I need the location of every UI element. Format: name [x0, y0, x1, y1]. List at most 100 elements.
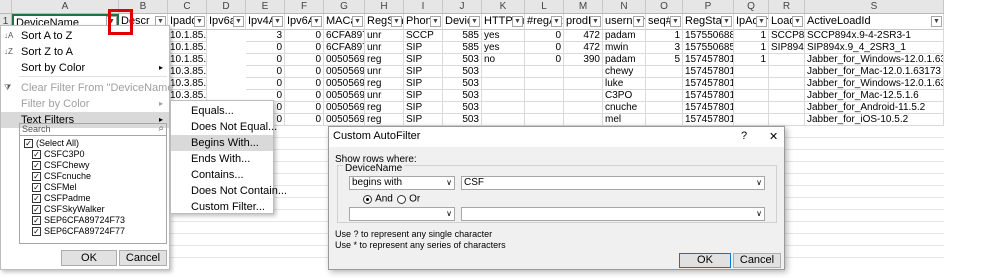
cell-i8[interactable]: SIP [404, 102, 443, 114]
cell-k4[interactable]: no [482, 54, 525, 66]
filter-dropdown-button[interactable]: ▼ [512, 16, 523, 27]
filter-dropdown-button[interactable]: ▼ [551, 16, 562, 27]
column-header-n[interactable]: N [603, 0, 646, 14]
cell-i2[interactable]: SCCP [404, 30, 443, 42]
cell-s2[interactable]: SCCP894x.9-4-2SR3-1 [805, 30, 944, 42]
cell-m2[interactable]: 472 [564, 30, 603, 42]
cell-s5[interactable]: Jabber_for_Mac-12.0.1.63173 [805, 66, 944, 78]
cell-p8[interactable]: 1574578019 [683, 102, 734, 114]
filter-list-item[interactable]: ✓ (Select All) [24, 138, 79, 149]
cell-c3[interactable]: 10.1.85. [168, 42, 207, 54]
header-cell-s[interactable]: ActiveLoadId [805, 14, 944, 30]
cell-r4[interactable] [769, 54, 805, 66]
cell-f2[interactable]: 0 [285, 30, 324, 42]
cell-q9[interactable] [734, 114, 769, 126]
cell-r9[interactable] [769, 114, 805, 126]
filter-dropdown-button[interactable]: ▼ [721, 16, 732, 27]
cell-i6[interactable]: SIP [404, 78, 443, 90]
cell-m6[interactable] [564, 78, 603, 90]
close-icon[interactable]: ✕ [769, 130, 778, 143]
filter-dropdown-button[interactable]: ▼ [391, 16, 402, 27]
cell-o2[interactable]: 1 [646, 30, 683, 42]
filter-dropdown-button[interactable]: ▼ [633, 16, 644, 27]
column-header-r[interactable]: R [769, 0, 805, 14]
cell-g8[interactable]: 00505696 [324, 102, 365, 114]
cell-c5[interactable]: 10.3.85.34 [168, 66, 207, 78]
cell-g3[interactable]: 6CFA8972 [324, 42, 365, 54]
cell-h8[interactable]: reg [365, 102, 404, 114]
cell-q3[interactable]: 1 [734, 42, 769, 54]
cell-e3[interactable]: 0 [246, 42, 285, 54]
cell-m8[interactable] [564, 102, 603, 114]
cell-e6[interactable]: 0 [246, 78, 285, 90]
checkbox[interactable]: ✓ [32, 205, 41, 215]
cell-j8[interactable]: 503 [443, 102, 482, 114]
filter-dropdown-button[interactable]: ▼ [931, 16, 942, 27]
cell-n3[interactable]: mwin [603, 42, 646, 54]
filter-list-item[interactable]: ✓ CSFSkyWalker [32, 204, 105, 215]
cell-i7[interactable]: SIP [404, 90, 443, 102]
cell-k3[interactable]: yes [482, 42, 525, 54]
text-filter-option[interactable]: Begins With... [171, 135, 273, 151]
cell-p4[interactable]: 1574578019 [683, 54, 734, 66]
column-header-f[interactable]: F [285, 0, 324, 14]
cell-r7[interactable] [769, 90, 805, 102]
column-header-p[interactable]: P [683, 0, 734, 14]
cell-f8[interactable]: 0 [285, 102, 324, 114]
filter-list-item[interactable]: ✓ CSFPadme [32, 193, 91, 204]
column-header-o[interactable]: O [646, 0, 683, 14]
cell-n2[interactable]: padam [603, 30, 646, 42]
cell-f3[interactable]: 0 [285, 42, 324, 54]
cell-k2[interactable]: yes [482, 30, 525, 42]
cell-k8[interactable] [482, 102, 525, 114]
cell-o3[interactable]: 3 [646, 42, 683, 54]
cell-n4[interactable]: padam [603, 54, 646, 66]
checkbox[interactable]: ✓ [32, 194, 41, 204]
cell-g4[interactable]: 00505696 [324, 54, 365, 66]
cell-k6[interactable] [482, 78, 525, 90]
cell-n5[interactable]: chewy [603, 66, 646, 78]
filter-menu-item[interactable]: Sort by Color ▸ [1, 60, 169, 76]
filter-dropdown-button[interactable]: ▼ [590, 16, 601, 27]
cell-f6[interactable]: 0 [285, 78, 324, 90]
filter-dropdown-button[interactable]: ▼ [194, 16, 205, 27]
column-header-j[interactable]: J [443, 0, 482, 14]
filter-list-item[interactable]: ✓ CSFMel [32, 182, 77, 193]
cell-j5[interactable]: 503 [443, 66, 482, 78]
cell-m7[interactable] [564, 90, 603, 102]
operator1-select[interactable]: begins with ∨ [349, 176, 455, 190]
cell-l5[interactable] [525, 66, 564, 78]
cell-h2[interactable]: unr [365, 30, 404, 42]
cell-h9[interactable]: reg [365, 114, 404, 126]
cell-p7[interactable]: 1574578019 [683, 90, 734, 102]
filter-dropdown-button[interactable]: ▼ [670, 16, 681, 27]
cell-r6[interactable] [769, 78, 805, 90]
cell-l9[interactable] [525, 114, 564, 126]
filter-menu-item[interactable]: ↓A Sort A to Z [1, 28, 169, 44]
cell-g7[interactable]: 00505696 [324, 90, 365, 102]
cell-m5[interactable] [564, 66, 603, 78]
cell-j7[interactable]: 503 [443, 90, 482, 102]
and-radio[interactable]: And [363, 193, 393, 205]
cell-p5[interactable]: 1574578019 [683, 66, 734, 78]
cell-q8[interactable] [734, 102, 769, 114]
dialog-cancel-button[interactable]: Cancel [733, 253, 781, 268]
cell-i5[interactable]: SIP [404, 66, 443, 78]
cell-g2[interactable]: 6CFA8972 [324, 30, 365, 42]
cell-f7[interactable]: 0 [285, 90, 324, 102]
cell-h6[interactable]: reg [365, 78, 404, 90]
dialog-ok-button[interactable]: OK [679, 253, 731, 268]
cell-g6[interactable]: 00505696 [324, 78, 365, 90]
column-header-l[interactable]: L [525, 0, 564, 14]
filter-dropdown-button[interactable]: ▼ [469, 16, 480, 27]
filter-dropdown-button[interactable]: ▼ [756, 16, 767, 27]
cell-e2[interactable]: 3 [246, 30, 285, 42]
cell-s9[interactable]: Jabber_for_iOS-10.5.2 [805, 114, 944, 126]
filter-ok-button[interactable]: OK [61, 250, 117, 266]
cell-k5[interactable] [482, 66, 525, 78]
cell-j4[interactable]: 503 [443, 54, 482, 66]
cell-n9[interactable]: mel [603, 114, 646, 126]
filter-list-item[interactable]: ✓ CSFChewy [32, 160, 90, 171]
cell-n6[interactable]: luke [603, 78, 646, 90]
column-header-h[interactable]: H [365, 0, 404, 14]
